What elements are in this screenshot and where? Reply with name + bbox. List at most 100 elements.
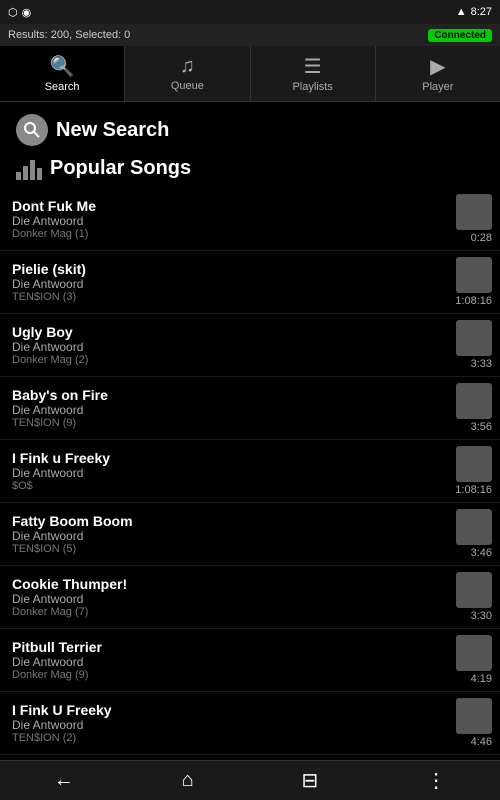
search-tab-icon: 🔍 (50, 54, 75, 79)
song-title: Dont Fuk Me (12, 198, 448, 214)
list-item[interactable]: Pitbull Terrier Die Antwoord Donker Mag … (0, 629, 500, 692)
list-item[interactable]: Cookie Thumper! Die Antwoord Donker Mag … (0, 566, 500, 629)
song-artist: Die Antwoord (12, 529, 448, 543)
song-info: Baby's on Fire Die Antwoord TEN$ION (9) (12, 387, 448, 429)
song-thumbnail (456, 257, 492, 293)
song-album: Donker Mag (2) (12, 354, 448, 366)
popular-songs-header: Popular Songs (0, 152, 500, 188)
song-artist: Die Antwoord (12, 277, 448, 291)
new-search-row[interactable]: New Search (0, 102, 500, 152)
song-duration: 3:56 (452, 421, 492, 433)
song-duration: 0:28 (452, 232, 492, 244)
list-item[interactable]: I Fink U Freeky Die Antwoord TEN$ION (2)… (0, 692, 500, 755)
song-info: I Fink U Freeky Die Antwoord TEN$ION (2) (12, 702, 448, 744)
song-artist: Die Antwoord (12, 214, 448, 228)
bar-chart-icon (16, 156, 42, 180)
song-duration: 4:46 (452, 736, 492, 748)
song-thumbnail (456, 446, 492, 482)
song-info: Ugly Boy Die Antwoord Donker Mag (2) (12, 324, 448, 366)
song-duration: 1:08:16 (452, 484, 492, 496)
song-thumb-wrapper: 0:28 (448, 194, 492, 244)
tab-playlists[interactable]: ☰ Playlists (251, 46, 376, 101)
song-info: Pielie (skit) Die Antwoord TEN$ION (3) (12, 261, 448, 303)
song-title: Ugly Boy (12, 324, 448, 340)
song-title: I Fink U Freeky (12, 702, 448, 718)
song-album: TEN$ION (3) (12, 291, 448, 303)
tab-playlists-label: Playlists (292, 81, 332, 93)
song-album: Donker Mag (1) (12, 228, 448, 240)
song-artist: Die Antwoord (12, 655, 448, 669)
popular-songs-label: Popular Songs (50, 157, 191, 180)
tab-queue-label: Queue (171, 80, 204, 92)
song-title: Pielie (skit) (12, 261, 448, 277)
status-right: ▲ 8:27 (456, 6, 492, 18)
time-display: 8:27 (471, 6, 492, 18)
wifi-icon: ◉ (22, 6, 32, 19)
tab-bar: 🔍 Search ♫ Queue ☰ Playlists ▶ Player (0, 46, 500, 102)
list-item[interactable]: Dont Fuk Me Die Antwoord Donker Mag (1) … (0, 188, 500, 251)
new-search-icon (16, 114, 48, 146)
list-item[interactable]: Fatty Boom Boom Die Antwoord TEN$ION (5)… (0, 503, 500, 566)
song-artist: Die Antwoord (12, 718, 448, 732)
song-duration: 1:08:16 (452, 295, 492, 307)
tab-queue[interactable]: ♫ Queue (125, 46, 250, 101)
back-button[interactable]: ← (54, 769, 74, 792)
song-album: $O$ (12, 480, 448, 492)
song-album: TEN$ION (9) (12, 417, 448, 429)
song-artist: Die Antwoord (12, 403, 448, 417)
info-bar: Results: 200, Selected: 0 Connected (0, 24, 500, 46)
list-item[interactable]: Pielie (skit) Die Antwoord TEN$ION (3) 1… (0, 251, 500, 314)
tab-search[interactable]: 🔍 Search (0, 46, 125, 101)
status-left-icons: ⬡ ◉ (8, 6, 31, 19)
connected-badge: Connected (428, 29, 492, 42)
song-title: Cookie Thumper! (12, 576, 448, 592)
song-artist: Die Antwoord (12, 592, 448, 606)
bottom-nav: ← ⌂ ⊟ ⋮ (0, 760, 500, 800)
song-thumb-wrapper: 3:56 (448, 383, 492, 433)
song-info: Pitbull Terrier Die Antwoord Donker Mag … (12, 639, 448, 681)
recent-button[interactable]: ⊟ (302, 768, 319, 793)
player-tab-icon: ▶ (430, 54, 445, 79)
song-duration: 3:30 (452, 610, 492, 622)
tab-player-label: Player (422, 81, 453, 93)
song-artist: Die Antwoord (12, 466, 448, 480)
song-info: I Fink u Freeky Die Antwoord $O$ (12, 450, 448, 492)
list-item[interactable]: Ugly Boy Die Antwoord Donker Mag (2) 3:3… (0, 314, 500, 377)
song-title: Baby's on Fire (12, 387, 448, 403)
song-thumb-wrapper: 1:08:16 (448, 257, 492, 307)
song-thumb-wrapper: 3:46 (448, 509, 492, 559)
results-count: Results: 200, Selected: 0 (8, 29, 130, 41)
song-info: Fatty Boom Boom Die Antwoord TEN$ION (5) (12, 513, 448, 555)
song-thumbnail (456, 572, 492, 608)
song-thumbnail (456, 194, 492, 230)
song-title: Pitbull Terrier (12, 639, 448, 655)
song-artist: Die Antwoord (12, 340, 448, 354)
song-thumb-wrapper: 4:19 (448, 635, 492, 685)
song-duration: 3:33 (452, 358, 492, 370)
song-thumb-wrapper: 1:08:16 (448, 446, 492, 496)
bluetooth-icon: ⬡ (8, 6, 18, 19)
song-info: Cookie Thumper! Die Antwoord Donker Mag … (12, 576, 448, 618)
song-thumb-wrapper: 4:46 (448, 698, 492, 748)
song-thumbnail (456, 635, 492, 671)
song-duration: 3:46 (452, 547, 492, 559)
song-info: Dont Fuk Me Die Antwoord Donker Mag (1) (12, 198, 448, 240)
list-item[interactable]: I Fink u Freeky Die Antwoord $O$ 1:08:16 (0, 440, 500, 503)
song-title: Fatty Boom Boom (12, 513, 448, 529)
list-item[interactable]: Baby's on Fire Die Antwoord TEN$ION (9) … (0, 377, 500, 440)
tab-search-label: Search (45, 81, 80, 93)
new-search-label: New Search (56, 119, 169, 142)
song-thumbnail (456, 698, 492, 734)
wifi-signal-icon: ▲ (456, 6, 467, 18)
tab-player[interactable]: ▶ Player (376, 46, 500, 101)
song-thumbnail (456, 509, 492, 545)
home-button[interactable]: ⌂ (182, 769, 194, 792)
song-thumbnail (456, 320, 492, 356)
content-area: New Search Popular Songs Dont Fuk Me Die… (0, 102, 500, 760)
song-duration: 4:19 (452, 673, 492, 685)
song-album: TEN$ION (2) (12, 732, 448, 744)
more-button[interactable]: ⋮ (426, 768, 446, 793)
song-thumbnail (456, 383, 492, 419)
song-album: Donker Mag (7) (12, 606, 448, 618)
queue-tab-icon: ♫ (180, 55, 195, 78)
